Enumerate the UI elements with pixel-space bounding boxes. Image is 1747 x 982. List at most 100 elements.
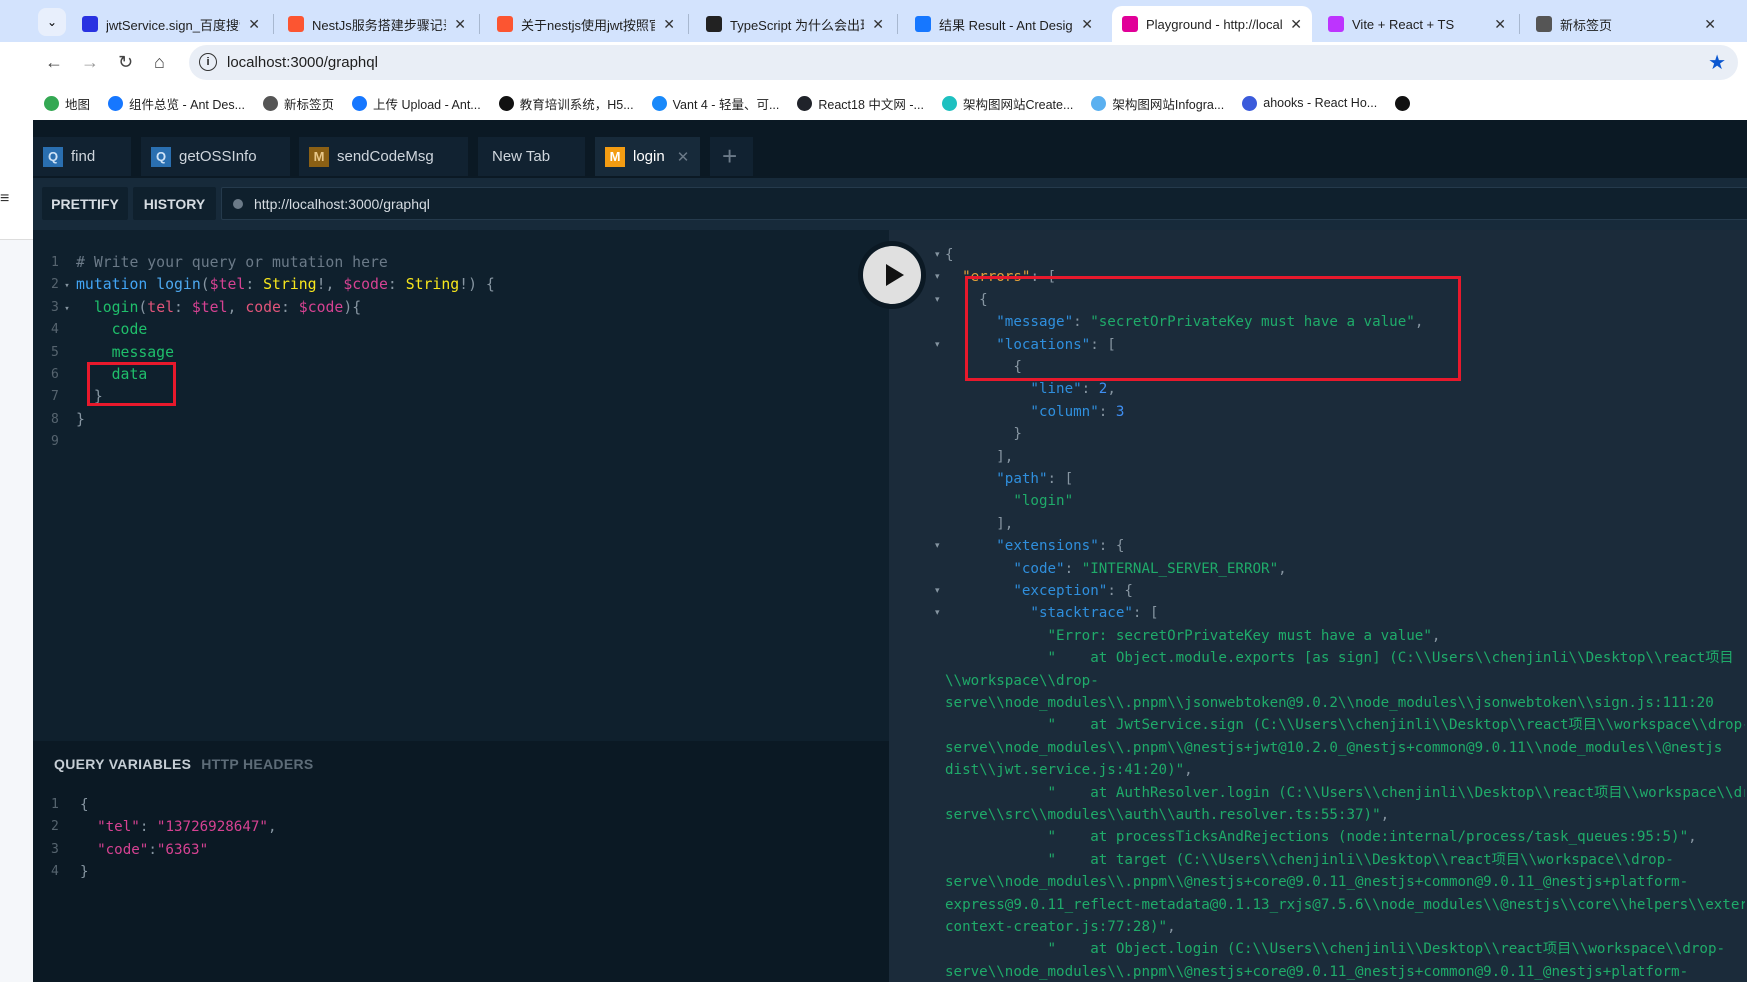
tab-http-headers[interactable]: HTTP HEADERS [201,756,313,772]
playground-tab-find[interactable]: Qfind [33,137,131,176]
code-token-str: serve\\node_modules\\.pnpm\\@nestjs+core… [945,874,1689,891]
bookmark-item[interactable]: 架构图网站Infogra... [1091,94,1224,113]
annotation-box-result [965,276,1461,381]
code-token-comment: # Write your query or mutation here [76,254,388,271]
query-editor[interactable]: 1 # Write your query or mutation here 2 ▾ m… [33,230,889,741]
playground-tab-sendcodemsg[interactable]: MsendCodeMsg [299,137,468,176]
result-line: " at Object.module.exports [as sign] (C:… [945,647,1745,669]
fold-arrow-icon[interactable]: ▾ [935,271,940,282]
code-token-key: "extensions" [996,538,1099,555]
fold-arrow-icon[interactable]: ▾ [935,540,940,551]
fold-arrow-icon[interactable]: ▾ [59,281,69,291]
fold-arrow-icon[interactable]: ▾ [935,249,940,260]
code-token-punc: , [1167,919,1176,935]
code-token-punc: , [1107,381,1116,398]
close-tab-icon[interactable]: ✕ [454,16,466,33]
browser-tab[interactable]: 关于nestjs使用jwt按照官 ✕ [487,6,685,42]
result-line: " at JwtService.sign (C:\\Users\\chenjin… [945,714,1746,736]
bookmark-star-icon[interactable]: ★ [1708,50,1726,75]
code-token-punc [945,538,996,554]
left-page-strip: ≡ [0,120,33,982]
result-line: "column": 3 [945,401,1745,423]
home-icon[interactable]: ⌂ [154,52,165,73]
fold-arrow-icon[interactable]: ▾ [59,304,69,314]
fold-arrow-icon[interactable]: ▾ [935,339,940,350]
tab-separator [479,14,480,34]
playground-tab-label: find [71,148,96,165]
fold-arrow-icon[interactable]: ▾ [935,607,940,618]
code-token-var: "6363" [156,841,209,858]
close-tab-icon[interactable]: ✕ [1704,16,1716,33]
playground-tab-new-tab[interactable]: New Tab [478,137,585,176]
browser-tab-title: 关于nestjs使用jwt按照官 [521,17,656,33]
close-tab-icon[interactable]: ✕ [677,148,690,166]
result-line: " at target (C:\\Users\\chenjinli\\Deskt… [945,849,1745,871]
close-tab-icon[interactable]: ✕ [248,16,260,33]
endpoint-input[interactable]: http://localhost:3000/graphql [221,187,1747,220]
bookmark-item[interactable]: 地图 [44,94,90,113]
bookmark-item[interactable] [1395,95,1411,111]
tab-query-variables[interactable]: QUERY VARIABLES [54,756,191,772]
playground-tab-getossinfo[interactable]: QgetOSSInfo [141,137,290,176]
bookmark-item[interactable]: 架构图网站Create... [941,94,1073,113]
result-line: context-creator.js:77:28)", [945,916,1745,938]
code-token-str: "login" [1013,493,1074,510]
fold-arrow-icon[interactable]: ▾ [935,585,940,596]
bookmark-item[interactable]: 上传 Upload - Ant... [352,94,481,113]
browser-tab-title: Playground - http://localhost:3000/graph… [1146,16,1283,32]
history-button[interactable]: HISTORY [133,187,216,220]
bookmark-item[interactable]: 教育培训系统，H5... [498,94,634,113]
tab-search-chevron-icon[interactable]: ⌄ [38,8,66,36]
browser-tab[interactable]: 结果 Result - Ant Design ✕ [905,6,1103,42]
browser-tab-strip: ⌄ jwtService.sign_百度搜索 ✕ NestJs服务搭建步骤记录 ✕ 关于… [0,0,1747,42]
code-token-punc [945,941,1048,957]
bookmark-item[interactable]: ahooks - React Ho... [1242,95,1377,111]
reload-icon[interactable]: ↻ [118,52,133,73]
code-token-arg: code [245,298,281,316]
bookmark-item[interactable]: React18 中文网 -... [797,94,924,113]
menu-icon[interactable]: ≡ [0,190,9,208]
bookmark-item[interactable]: 组件总览 - Ant Des... [108,94,245,113]
code-token-punc: , [227,298,246,316]
code-line: } [76,409,85,431]
site-info-icon[interactable]: i [199,53,217,71]
browser-tab[interactable]: jwtService.sign_百度搜索 ✕ [72,6,270,42]
code-token-punc: { [945,247,954,263]
close-tab-icon[interactable]: ✕ [1290,16,1302,33]
endpoint-text: http://localhost:3000/graphql [254,195,430,212]
code-token-var: "13726928647" [156,819,268,836]
close-tab-icon[interactable]: ✕ [1494,16,1506,33]
vant-icon [352,95,368,111]
forward-icon[interactable]: → [81,52,99,73]
variables-editor[interactable]: 1{2 "tel": "13726928647", 3 "code":"6363"… [33,794,889,974]
code-line: login(tel: $tel, code: $code){ [76,297,361,319]
close-tab-icon[interactable]: ✕ [872,16,884,33]
browser-tab[interactable]: NestJs服务搭建步骤记录 ✕ [278,6,476,42]
code-token-key: "exception" [1013,583,1108,599]
code-token-str: context-creator.js:77:28)" [945,919,1168,935]
bookmark-item[interactable]: 新标签页 [263,94,334,113]
bookmark-label: 上传 Upload - Ant... [373,97,481,112]
line-number: 1 [51,255,59,270]
prettify-button[interactable]: PRETTIFY [42,187,128,220]
line-number: 3 ▾ [51,299,70,315]
add-tab-button[interactable]: + [710,137,753,176]
react-icon [797,95,813,111]
close-tab-icon[interactable]: ✕ [663,16,675,33]
browser-tab[interactable]: Vite + React + TS ✕ [1318,6,1516,42]
back-icon[interactable]: ← [45,52,63,73]
csdn-icon [497,16,513,32]
close-tab-icon[interactable]: ✕ [1081,16,1093,33]
line-number: 8 [51,411,59,427]
bookmark-item[interactable]: Vant 4 - 轻量、可... [651,94,779,113]
code-token-str: serve\\src\\modules\\auth\\auth.resolver… [945,807,1381,823]
browser-tab[interactable]: 新标签页 ✕ [1526,6,1726,42]
fold-arrow-icon[interactable]: ▾ [935,294,940,305]
code-token-punc: ], [945,448,1014,465]
browser-tab[interactable]: TypeScript 为什么会出现 ✕ [696,6,894,42]
vant-icon [651,95,667,111]
execute-query-button[interactable] [858,241,926,309]
browser-tab[interactable]: Playground - http://localhost:3000/graph… [1112,6,1312,42]
playground-tab-login[interactable]: Mlogin ✕ [595,137,700,176]
address-bar[interactable]: i localhost:3000/graphql ★ [189,45,1738,80]
